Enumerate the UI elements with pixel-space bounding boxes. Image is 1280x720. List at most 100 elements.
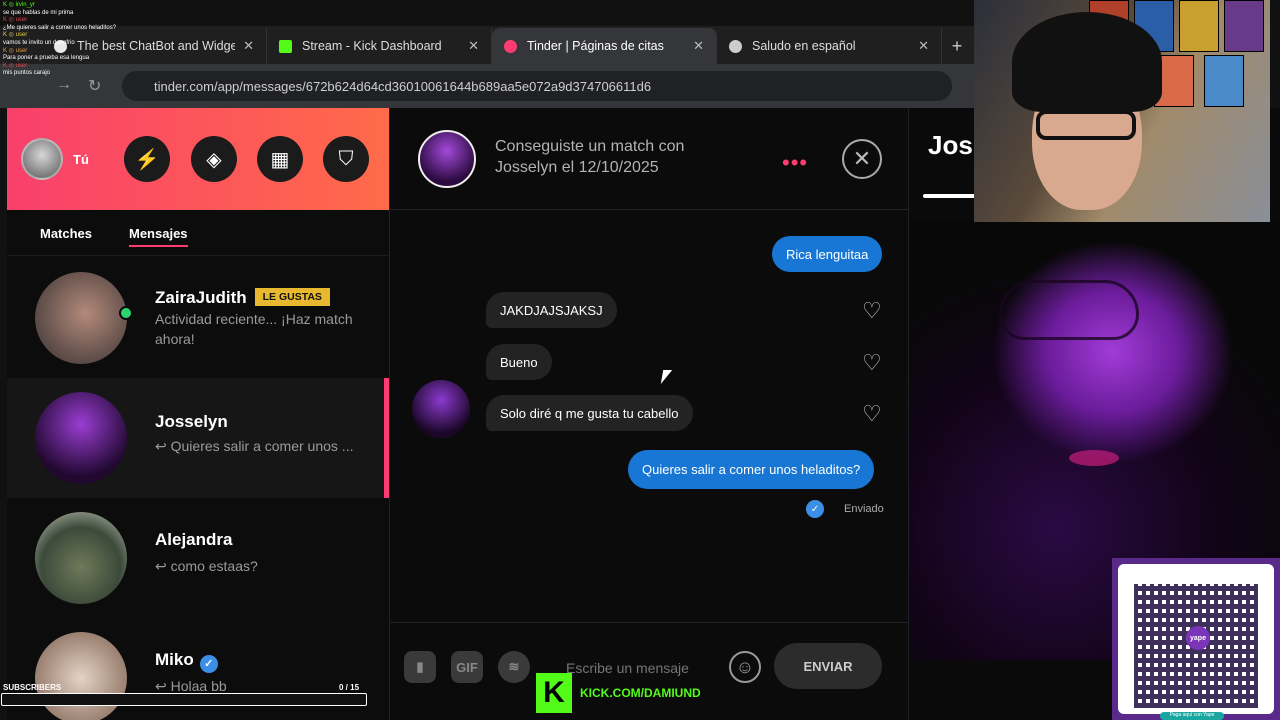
poster [1179, 0, 1219, 52]
message-outgoing[interactable]: Quieres salir a comer unos heladitos? [628, 450, 875, 489]
profile-name: Jos [928, 130, 973, 160]
screen: The best ChatBot and Widgets ✕ Stream - … [0, 0, 1280, 720]
webcam-overlay [974, 0, 1270, 222]
url-text: tinder.com/app/messages/672b624d64cd3601… [154, 78, 652, 94]
safety-shield-icon[interactable]: ⛉ [323, 136, 369, 182]
chat-message: ¿Me quieres salir a comer unos heladitos… [3, 24, 117, 31]
openai-favicon-icon [729, 39, 742, 53]
kick-banner: K KICK.COM/DAMIUND [536, 673, 701, 713]
message-outgoing[interactable]: Rica lenguitaa [772, 236, 883, 272]
conversation-name-row: Miko ✓ [155, 650, 218, 673]
my-avatar[interactable] [21, 138, 63, 180]
yape-logo-icon: yape [1186, 626, 1210, 650]
likes-you-badge: LE GUSTAS [254, 288, 330, 306]
close-chat-button[interactable]: ✕ [842, 139, 882, 179]
avatar [35, 272, 127, 364]
yape-qr-overlay: yape [1112, 558, 1280, 720]
kick-url: KICK.COM/DAMIUND [580, 686, 701, 700]
url-field[interactable]: tinder.com/app/messages/672b624d64cd3601… [122, 71, 952, 101]
conversation-item[interactable]: ZairaJudith LE GUSTAS Actividad reciente.… [7, 258, 389, 378]
new-tab-button[interactable]: + [942, 28, 972, 64]
briefcase-icon[interactable]: ▦ [257, 136, 303, 182]
tab-label: Saludo en español [752, 39, 856, 53]
photo-detail [1069, 450, 1119, 466]
online-indicator [119, 306, 133, 320]
emoji-icon[interactable]: ☺ [729, 651, 761, 683]
chat-username: K ◎ irvin_yr [3, 2, 35, 8]
like-heart-icon[interactable]: ♡ [862, 298, 882, 324]
chat-username: K ◎ user [3, 32, 28, 39]
sender-avatar[interactable] [412, 380, 470, 438]
poster [1204, 55, 1244, 107]
conversation-name: ZairaJudith [155, 288, 247, 307]
my-profile-label[interactable]: Tú [73, 152, 89, 167]
tab-mensajes[interactable]: Mensajes [129, 226, 188, 247]
match-avatar[interactable] [418, 130, 476, 188]
tab-label: Stream - Kick Dashboard [302, 39, 442, 53]
kick-favicon-icon [279, 39, 292, 53]
tab-kick-dashboard[interactable]: Stream - Kick Dashboard ✕ [267, 28, 492, 64]
reply-arrow-icon: ↩ [155, 558, 167, 574]
conversation-name: Josselyn [155, 412, 228, 431]
stream-chat-overlay: K ◎ irvin_yr se que hablas de mi prima K… [0, 0, 210, 106]
gif-button[interactable]: GIF [451, 651, 483, 683]
like-heart-icon[interactable]: ♡ [862, 350, 882, 376]
chat-username: K ◎ user [3, 62, 28, 69]
avatar [35, 392, 127, 484]
like-heart-icon[interactable]: ♡ [862, 401, 882, 427]
sent-status: Enviado [844, 503, 884, 515]
tab-tinder[interactable]: Tinder | Páginas de citas ✕ [492, 28, 717, 64]
kick-logo-icon: K [536, 673, 572, 713]
close-tab-icon[interactable]: ✕ [918, 38, 929, 54]
conversation-item[interactable]: Josselyn ↩ Quieres salir a comer unos ..… [7, 378, 389, 498]
tab-matches[interactable]: Matches [40, 226, 92, 241]
chat-header: Conseguiste un match con Josselyn el 12/… [390, 108, 908, 210]
chat-message: mis puntos carajo [3, 70, 51, 77]
boost-lightning-icon[interactable]: ⚡ [124, 136, 170, 182]
conversation-item[interactable]: Alejandra ↩ como estaas? [7, 498, 389, 618]
spotify-icon[interactable]: ≋ [498, 651, 530, 683]
tab-label: Tinder | Páginas de citas [527, 39, 664, 53]
chat-message: vamos te invito un donofrio [3, 39, 75, 46]
conversation-name-row: ZairaJudith LE GUSTAS [155, 288, 330, 308]
photo-detail [999, 280, 1139, 340]
chat-username: K ◎ user [3, 17, 28, 24]
sent-check-icon: ✓ [806, 500, 824, 518]
conversation-name: Alejandra [155, 530, 233, 549]
send-button[interactable]: ENVIAR [774, 643, 882, 689]
chat-panel: Conseguiste un match con Josselyn el 12/… [389, 108, 910, 720]
contact-card-icon[interactable]: ▮ [404, 651, 436, 683]
message-incoming[interactable]: JAKDJAJSJAKSJ [486, 292, 617, 328]
chat-username: K ◎ user [3, 47, 28, 54]
explore-compass-icon[interactable]: ◈ [191, 136, 237, 182]
conversation-preview: como estaas? [170, 558, 258, 574]
conversation-preview: Quieres salir a comer unos ... [170, 438, 354, 454]
tinder-flame-icon [504, 39, 517, 53]
sidebar: Tú ⚡ ◈ ▦ ⛉ Matches Mensajes ZairaJudith L… [7, 108, 389, 720]
chat-message: se que hablas de mi prima [3, 9, 74, 16]
avatar [35, 512, 127, 604]
subscribers-progress-bar [1, 693, 367, 706]
more-options-icon[interactable]: ••• [782, 150, 808, 176]
reply-arrow-icon: ↩ [155, 438, 167, 454]
streamer-hair [1012, 12, 1162, 112]
tab-saludo[interactable]: Saludo en español ✕ [717, 28, 942, 64]
conversation-name: Miko [155, 650, 194, 669]
subscribers-goal: SUBSCRIBERS 0 / 15 [0, 680, 370, 708]
close-tab-icon[interactable]: ✕ [243, 38, 254, 54]
close-tab-icon[interactable]: ✕ [693, 38, 704, 54]
qr-card: yape [1118, 564, 1274, 714]
message-incoming[interactable]: Bueno [486, 344, 552, 380]
chat-message: Para poner a prueba esa lengua [3, 55, 90, 62]
verified-check-icon: ✓ [199, 654, 218, 673]
message-incoming[interactable]: Solo diré q me gusta tu cabello [486, 395, 693, 431]
qr-caption: Paga aquí con Yape [1160, 712, 1224, 720]
streamer-glasses [1036, 110, 1136, 140]
sidebar-header: Tú ⚡ ◈ ▦ ⛉ [7, 108, 389, 210]
subscribers-label: SUBSCRIBERS [3, 683, 62, 692]
conversation-preview-row: ↩ Quieres salir a comer unos ... [155, 436, 353, 456]
sidebar-tabs: Matches Mensajes [7, 210, 389, 256]
close-tab-icon[interactable]: ✕ [468, 38, 479, 54]
subscribers-count: 0 / 15 [339, 683, 360, 692]
poster [1224, 0, 1264, 52]
